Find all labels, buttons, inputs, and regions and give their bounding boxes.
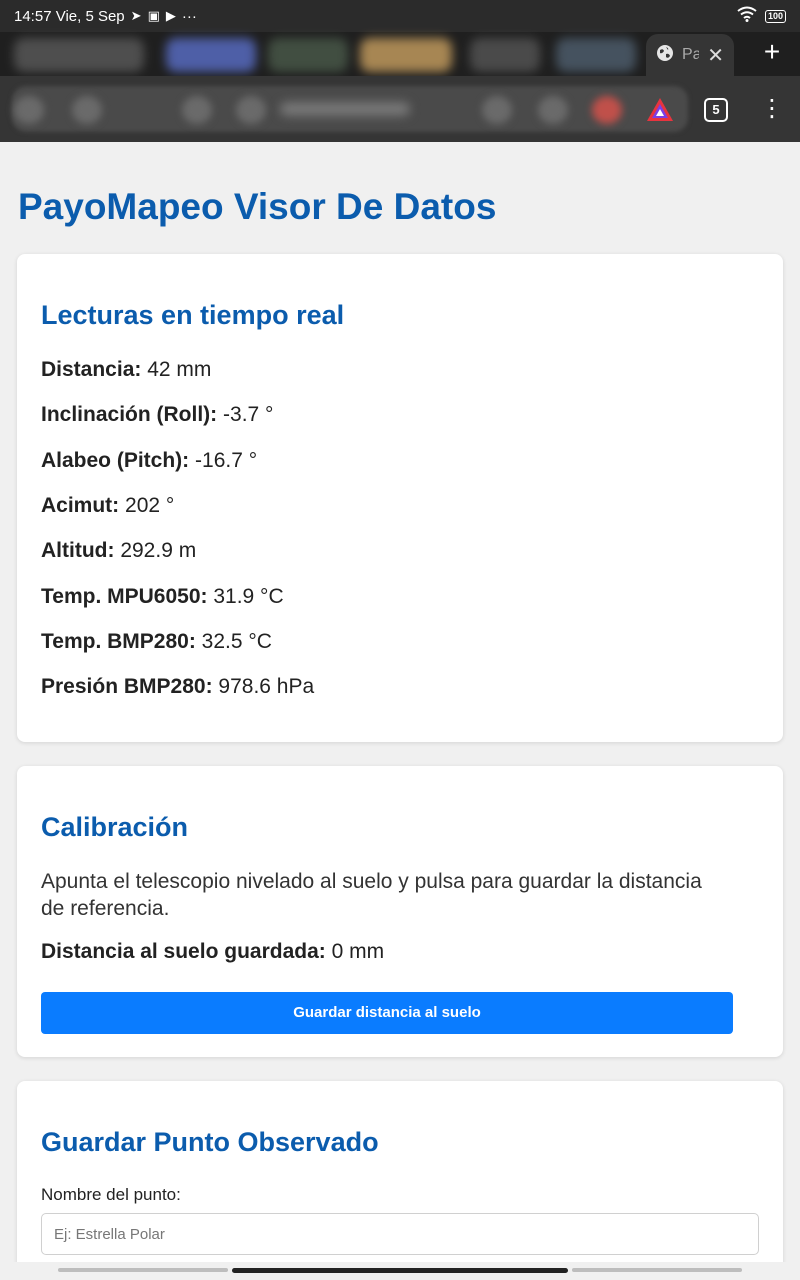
save-point-card: Guardar Punto Observado Nombre del punto… xyxy=(17,1081,783,1262)
new-tab-button[interactable]: + xyxy=(756,36,788,70)
blurred-tab[interactable] xyxy=(166,38,256,72)
point-name-input[interactable] xyxy=(41,1213,759,1255)
blurred-home-icon[interactable] xyxy=(14,96,44,124)
blurred-url xyxy=(280,102,410,116)
blurred-tab[interactable] xyxy=(556,38,636,72)
browser-toolbar: 5 ⋮ xyxy=(0,76,800,142)
reading-pitch: Alabeo (Pitch): -16.7 ° xyxy=(41,449,258,472)
blurred-tab[interactable] xyxy=(268,38,348,72)
more-notifications-icon: ··· xyxy=(181,7,197,25)
home-gesture-handle[interactable] xyxy=(232,1268,568,1273)
tab-count-button[interactable]: 5 xyxy=(704,98,728,122)
battery-icon: 100 xyxy=(764,9,786,23)
page-content: PayoMapeo Visor De Datos Lecturas en tie… xyxy=(0,142,800,1262)
telegram-icon: ➤ xyxy=(130,8,142,23)
active-tab-title: Pa xyxy=(682,46,700,63)
reading-temp-mpu6050: Temp. MPU6050: 31.9 °C xyxy=(41,585,284,608)
page-title: PayoMapeo Visor De Datos xyxy=(18,186,497,227)
live-readings-card: Lecturas en tiempo real Distancia: 42 mm… xyxy=(17,254,783,742)
blurred-tab[interactable] xyxy=(14,38,144,72)
calibration-description: Apunta el telescopio nivelado al suelo y… xyxy=(41,870,702,920)
blurred-share-icon[interactable] xyxy=(538,96,568,124)
wifi-icon xyxy=(737,6,757,26)
reading-temp-bmp280: Temp. BMP280: 32.5 °C xyxy=(41,630,272,653)
live-readings-heading: Lecturas en tiempo real xyxy=(41,300,345,330)
blurred-bookmark-icon[interactable] xyxy=(482,96,512,124)
nav-bar-track xyxy=(572,1268,742,1272)
blurred-tab[interactable] xyxy=(470,38,540,72)
blurred-back-icon[interactable] xyxy=(72,96,102,124)
youtube-icon: ▶ xyxy=(165,8,176,23)
status-time-date: 14:57 Vie, 5 Sep xyxy=(14,7,125,25)
calibration-heading: Calibración xyxy=(41,812,189,842)
reading-distance: Distancia: 42 mm xyxy=(41,358,212,381)
notification-icon: ▣ xyxy=(147,8,160,23)
blurred-shields-icon[interactable] xyxy=(592,96,622,124)
globe-icon xyxy=(656,44,674,67)
browser-menu-icon[interactable]: ⋮ xyxy=(760,94,784,124)
gesture-nav-bar xyxy=(0,1262,800,1280)
nav-bar-track xyxy=(58,1268,228,1272)
reading-roll: Inclinación (Roll): -3.7 ° xyxy=(41,403,274,426)
save-ground-distance-button[interactable]: Guardar distancia al suelo xyxy=(41,992,733,1034)
point-name-label: Nombre del punto: xyxy=(41,1185,181,1204)
reading-altitude: Altitud: 292.9 m xyxy=(41,539,197,562)
blurred-tab[interactable] xyxy=(360,38,452,72)
reading-azimuth: Acimut: 202 ° xyxy=(41,494,175,517)
reading-pressure-bmp280: Presión BMP280: 978.6 hPa xyxy=(41,675,315,698)
save-point-heading: Guardar Punto Observado xyxy=(41,1127,379,1157)
status-bar: 14:57 Vie, 5 Sep ➤ ▣ ▶ ··· 100 xyxy=(0,0,800,32)
blurred-reload-icon[interactable] xyxy=(182,96,212,124)
active-tab[interactable]: Pa ✕ xyxy=(646,34,734,76)
close-tab-icon[interactable]: ✕ xyxy=(707,43,724,68)
saved-ground-distance: Distancia al suelo guardada: 0 mm xyxy=(41,940,385,963)
brave-rewards-icon[interactable] xyxy=(646,97,674,123)
blurred-site-info-icon[interactable] xyxy=(236,96,266,124)
calibration-card: Calibración Apunta el telescopio nivelad… xyxy=(17,766,783,1057)
